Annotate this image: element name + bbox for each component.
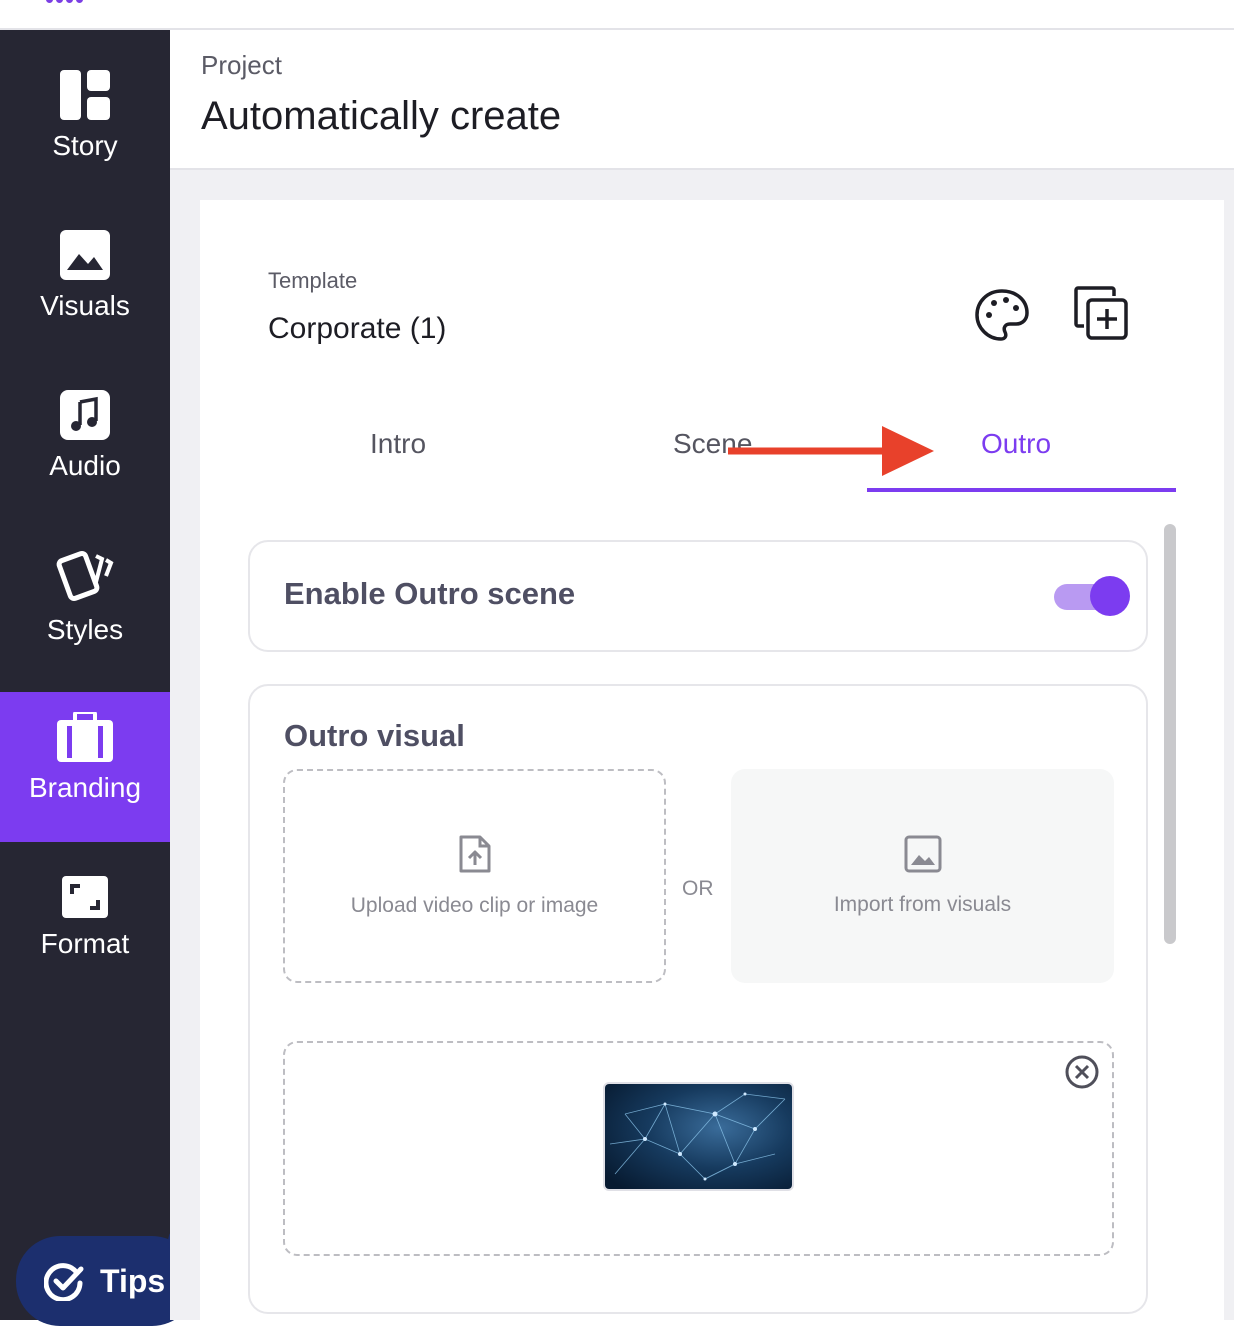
sidebar-item-styles[interactable]: Styles: [0, 548, 170, 668]
template-eyebrow: Template: [268, 268, 358, 293]
app-logo[interactable]: [46, 0, 83, 3]
image-icon: [904, 835, 941, 873]
cards-icon: [56, 551, 114, 601]
check-circle-icon: [44, 1263, 84, 1301]
sidebar-item-audio[interactable]: Audio: [0, 390, 170, 510]
import-from-visuals-button[interactable]: Import from visuals: [731, 769, 1114, 983]
sidebar-item-visuals[interactable]: Visuals: [0, 230, 170, 350]
tab-outro[interactable]: Outro: [981, 428, 1051, 460]
arrow-annotation: [728, 426, 934, 476]
network-thumbnail-image: [605, 1084, 792, 1189]
tab-intro[interactable]: Intro: [370, 428, 426, 460]
sidebar-item-label: Styles: [46, 614, 124, 645]
duplicate-icon: [1074, 286, 1128, 340]
duplicate-template-button[interactable]: [1074, 286, 1130, 347]
file-upload-icon: [459, 835, 490, 873]
project-title: Automatically create: [201, 94, 562, 138]
upload-dropzone[interactable]: Upload video clip or image: [283, 769, 666, 983]
template-name: Corporate (1): [268, 312, 447, 345]
upload-label: Upload video clip or image: [350, 894, 599, 917]
music-note-icon: [60, 390, 110, 440]
sidebar-item-label: Visuals: [40, 290, 130, 321]
outro-visual-thumbnail[interactable]: [603, 1082, 794, 1191]
outro-visual-title: Outro visual: [284, 718, 465, 753]
briefcase-icon: [57, 712, 113, 762]
enable-outro-toggle[interactable]: [1054, 576, 1130, 616]
sidebar-item-label: Branding: [28, 772, 142, 803]
sidebar-item-label: Story: [52, 130, 118, 161]
sidebar-item-label: Format: [40, 928, 130, 959]
layout-icon: [60, 70, 110, 120]
sidebar-item-story[interactable]: Story: [0, 70, 170, 190]
or-separator: OR: [682, 877, 714, 900]
resize-icon: [62, 876, 108, 918]
sidebar: [0, 30, 170, 1320]
image-icon: [60, 230, 110, 280]
tips-label: Tips: [100, 1262, 166, 1299]
enable-outro-label: Enable Outro scene: [284, 576, 576, 611]
sidebar-item-branding[interactable]: Branding: [0, 692, 170, 842]
project-header: Project Automatically create: [170, 30, 1234, 170]
remove-visual-button[interactable]: [1064, 1054, 1100, 1095]
palette-button[interactable]: [974, 288, 1030, 347]
scrollbar-thumb[interactable]: [1164, 524, 1176, 944]
palette-icon: [975, 289, 1029, 341]
enable-outro-card: Enable Outro scene: [248, 540, 1148, 652]
import-label: Import from visuals: [833, 893, 1012, 916]
tips-button[interactable]: Tips 2: [16, 1222, 208, 1326]
top-bar: [0, 0, 1234, 30]
close-circle-icon: [1065, 1055, 1099, 1089]
sidebar-item-format[interactable]: Format: [0, 876, 170, 996]
active-tab-indicator: [867, 488, 1176, 492]
sidebar-item-label: Audio: [49, 450, 121, 481]
project-eyebrow: Project: [201, 50, 282, 80]
